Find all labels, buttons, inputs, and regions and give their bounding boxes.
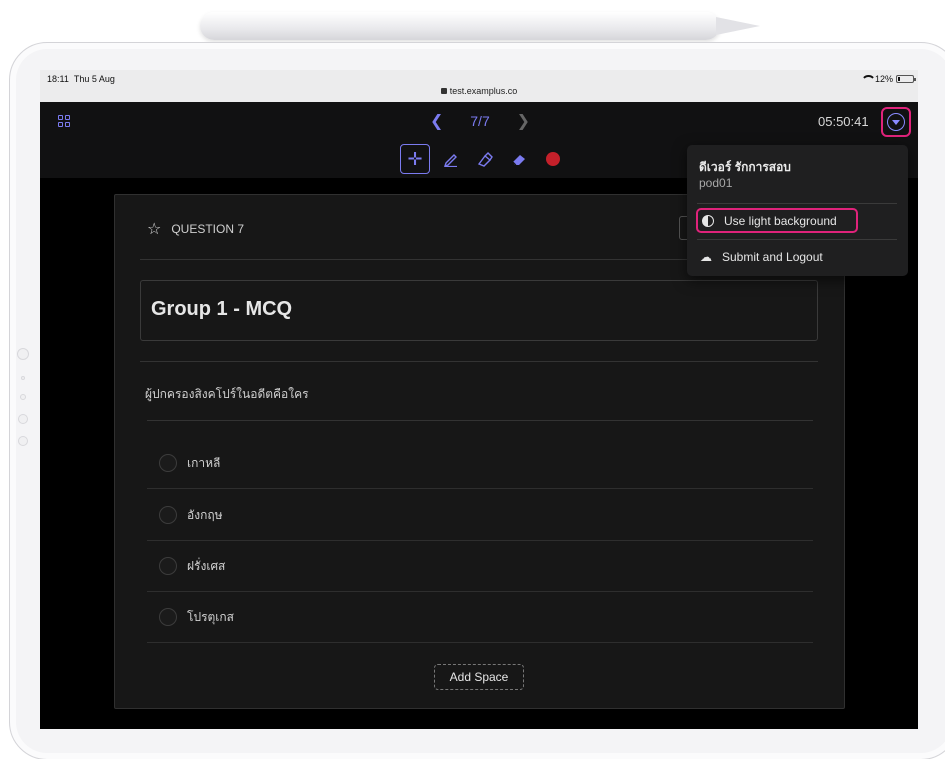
use-light-background-item[interactable]: Use light background [696,208,858,233]
chevron-down-icon [887,113,905,131]
menu-divider [697,203,897,204]
choice-label: เกาหลี [187,455,221,470]
choice-option[interactable]: โปรตุเกส [147,592,813,643]
menu-item-label: Use light background [724,213,837,228]
radio-button[interactable] [159,557,177,575]
user-menu-dropdown: ดีเวอร์ รักการสอบ pod01 Use light backgr… [687,145,908,276]
device-side-button [21,376,25,380]
choice-label: โปรตุเกส [187,609,234,624]
apple-pencil [200,12,720,40]
highlighter-icon[interactable] [472,146,498,172]
address-bar[interactable]: test.examplus.co [40,86,918,96]
question-text: ผู้ปกครองสิงคโปร์ในอดีตคือใคร [145,387,309,401]
submit-and-logout-item[interactable]: ☁ Submit and Logout [696,244,858,269]
status-bar: 18:11 Thu 5 Aug test.examplus.co 12% [40,70,918,102]
annotation-tools: ✛ [400,144,566,174]
group-title-box: Group 1 - MCQ [140,280,818,341]
user-menu-toggle[interactable] [881,107,911,137]
choice-label: อังกฤษ [187,507,223,522]
divider [147,420,813,421]
device-screen: 18:11 Thu 5 Aug test.examplus.co 12% ❮ 7… [40,70,918,729]
menu-divider [697,239,897,240]
stage: 18:11 Thu 5 Aug test.examplus.co 12% ❮ 7… [0,0,945,759]
question-header: ☆ QUESTION 7 [147,219,244,239]
radio-button[interactable] [159,506,177,524]
chevron-left-icon[interactable]: ❮ [430,111,443,131]
user-username: pod01 [699,176,733,190]
question-pager: ❮ 7/7 ❯ [430,112,530,130]
device-side-button [18,436,28,446]
wifi-icon [860,75,876,83]
radio-button[interactable] [159,454,177,472]
contrast-icon [702,214,714,227]
grid-menu-icon[interactable] [58,115,70,127]
menu-item-label: Submit and Logout [722,249,823,264]
device-side-button [18,414,28,424]
eraser-icon[interactable] [506,146,532,172]
lock-icon [440,88,447,94]
move-icon[interactable]: ✛ [400,144,430,174]
pen-icon[interactable] [438,146,464,172]
url-text: test.examplus.co [449,86,518,96]
status-clock: 18:11 [47,74,69,84]
exam-timer: 05:50:41 [818,114,869,129]
status-indicators: 12% [860,74,916,84]
choice-option[interactable]: ฝรั่งเศส [147,541,813,592]
battery-percent: 12% [874,74,893,84]
device-side-button [17,348,29,360]
choice-option[interactable]: อังกฤษ [147,490,813,541]
star-icon[interactable]: ☆ [147,219,161,239]
question-label: QUESTION 7 [171,222,245,236]
user-display-name: ดีเวอร์ รักการสอบ [699,160,791,174]
divider [140,361,818,362]
choice-label: ฝรั่งเศส [187,558,226,573]
apple-pencil-tip [716,17,760,35]
battery-icon [896,75,916,83]
choice-option[interactable]: เกาหลี [147,438,813,489]
chevron-right-icon[interactable]: ❯ [517,111,530,131]
device-side-button [20,394,26,400]
status-time: 18:11 Thu 5 Aug [47,74,115,84]
status-date: Thu 5 Aug [73,74,115,84]
group-title: Group 1 - MCQ [151,298,293,320]
record-icon[interactable] [540,146,566,172]
cloud-upload-icon: ☁ [700,249,712,264]
page-indicator: 7/7 [470,113,490,129]
radio-button[interactable] [159,608,177,626]
add-space-button[interactable]: Add Space [434,664,524,690]
